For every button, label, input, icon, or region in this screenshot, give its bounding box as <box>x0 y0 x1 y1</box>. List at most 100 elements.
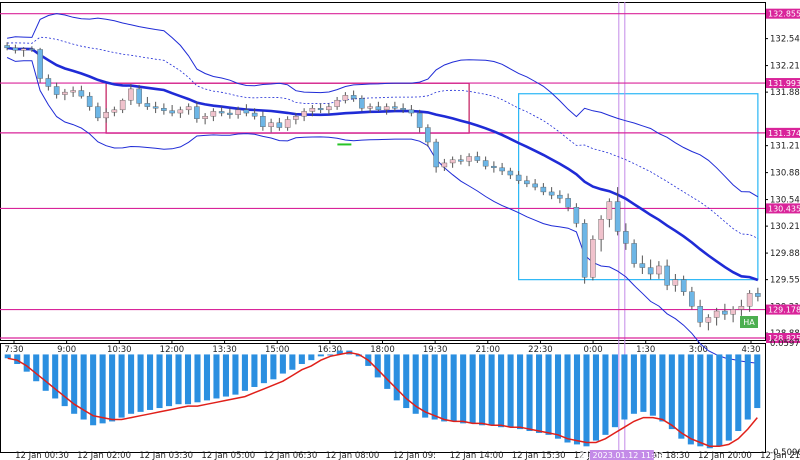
candle-body <box>293 116 299 120</box>
chart-canvas[interactable]: 132.545132.210131.880131.215130.880130.5… <box>0 0 800 460</box>
histogram-bar <box>754 354 761 409</box>
histogram-bar <box>687 354 694 445</box>
candle-body <box>482 160 489 167</box>
time-tick-label: 15:00 <box>265 345 290 355</box>
candle-body <box>656 265 662 275</box>
histogram-bar <box>611 354 618 428</box>
histogram-bar <box>592 354 600 441</box>
price-tick-label: 129.550 <box>770 276 800 286</box>
candle-body <box>12 47 19 51</box>
price-tick-label: 131.880 <box>770 88 800 98</box>
candle-body <box>144 103 151 107</box>
price-tick-label: 130.215 <box>770 222 800 232</box>
histogram-bar <box>222 354 229 397</box>
histogram-bar <box>213 354 220 399</box>
histogram-bar <box>33 354 40 382</box>
price-tick-label: 132.210 <box>770 62 800 72</box>
candle-body <box>235 109 241 115</box>
histogram-bar <box>137 354 144 412</box>
date-tick-label: 12 Jan 08:00 <box>326 451 380 460</box>
histogram-bar <box>99 354 106 424</box>
candle-body <box>433 141 439 168</box>
candle-body <box>119 99 126 111</box>
histogram-bar <box>156 354 163 409</box>
histogram-bar <box>23 354 30 372</box>
histogram-bar <box>251 354 258 387</box>
candle-body <box>251 112 258 117</box>
histogram-bar <box>716 354 723 447</box>
candle-body <box>276 122 283 128</box>
candle-body <box>441 162 448 168</box>
candle-body <box>359 98 365 109</box>
histogram-bar <box>52 354 59 399</box>
candle-body <box>86 95 93 107</box>
level-price-tag-label: 131.374 <box>768 129 800 138</box>
candle-body <box>598 219 604 240</box>
candle-body <box>194 106 200 119</box>
histogram-bar <box>735 354 742 432</box>
candle-body <box>383 106 390 111</box>
histogram-bar <box>554 354 562 439</box>
level-price-tag-label: 130.435 <box>768 204 800 213</box>
candle-body <box>746 293 753 307</box>
price-tick-label: 130.880 <box>770 169 800 179</box>
indicator-tick-label: 0.0597 <box>770 339 800 349</box>
candle-body <box>334 99 340 107</box>
time-tick-label: 22:30 <box>528 345 553 355</box>
candle-body <box>210 111 217 117</box>
candle-body <box>136 88 142 104</box>
candle-body <box>309 108 316 112</box>
histogram-bar <box>649 354 656 416</box>
histogram-bar <box>526 354 533 432</box>
candle-body <box>680 279 687 292</box>
time-tick-label: 10:30 <box>107 345 132 355</box>
histogram-bar <box>630 354 637 414</box>
candle-body <box>664 265 670 286</box>
histogram-bar <box>678 354 685 439</box>
candle-body <box>202 116 208 119</box>
time-tick-label: 18:00 <box>370 345 395 355</box>
histogram-bar <box>232 354 239 395</box>
price-tick-label: 131.215 <box>770 142 800 152</box>
candle-body <box>161 108 167 111</box>
time-tick-label: 13:30 <box>212 345 237 355</box>
candle-body <box>342 95 349 101</box>
candle-body <box>185 106 192 111</box>
candle-body <box>416 112 423 128</box>
time-tick-label: 0:00 <box>584 345 603 355</box>
histogram-bar <box>374 354 381 378</box>
candle-body <box>243 109 250 114</box>
candle-body <box>268 122 274 127</box>
candle-body <box>392 106 398 109</box>
histogram-bar <box>4 354 11 359</box>
histogram-bar <box>479 354 486 426</box>
crosshair-time-label: 21 2023.01.12 11:02 <box>580 451 664 460</box>
candle-body <box>78 90 85 97</box>
histogram-bar <box>260 354 267 384</box>
time-tick-label: 21:00 <box>476 345 501 355</box>
histogram-bar <box>289 354 296 370</box>
candle-body <box>152 106 159 109</box>
time-tick-label: 12:00 <box>160 345 185 355</box>
candle-body <box>705 317 712 323</box>
candle-body <box>515 174 522 181</box>
histogram-bar <box>507 354 514 428</box>
histogram-bar <box>109 354 116 422</box>
histogram-bar <box>241 354 248 391</box>
candle-body <box>400 108 406 111</box>
time-tick-label: 1:30 <box>636 345 655 355</box>
candle-body <box>722 310 728 315</box>
candle-body <box>557 194 563 199</box>
candle-body <box>466 156 472 162</box>
time-tick-label: 7:30 <box>4 345 23 355</box>
date-tick-label: 12 Jan 09: <box>393 451 436 460</box>
date-tick-label: 12 Jan 15:30 <box>512 451 566 460</box>
histogram-bar <box>128 354 135 414</box>
histogram-bar <box>42 354 49 391</box>
candle-body <box>53 86 60 95</box>
candle-body <box>29 48 35 50</box>
histogram-bar <box>564 354 571 443</box>
time-tick-label: 19:30 <box>423 345 448 355</box>
candle-body <box>169 110 175 114</box>
histogram-bar <box>460 354 467 424</box>
